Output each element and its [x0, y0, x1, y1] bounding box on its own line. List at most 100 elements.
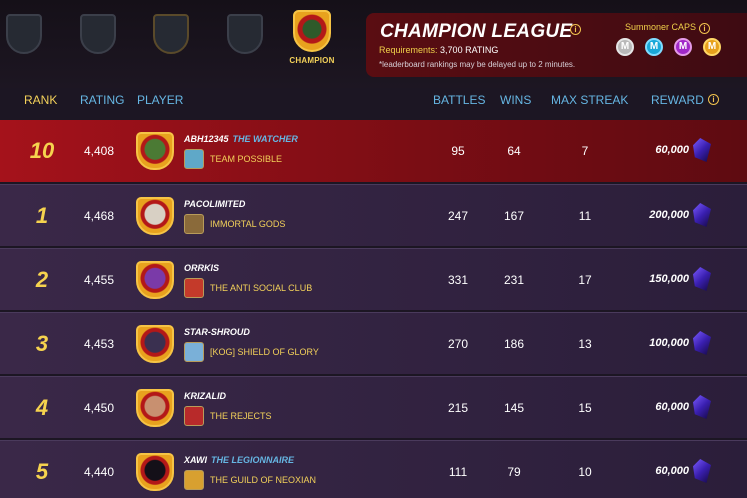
rating: 4,468: [84, 209, 115, 223]
player-name[interactable]: PACOLIMITED: [184, 199, 245, 209]
silver-league-icon: [80, 14, 116, 54]
table-row[interactable]: 1 4,468 PACOLIMITED IMMORTAL GODS 247 16…: [0, 184, 747, 246]
avatar[interactable]: [136, 453, 174, 491]
wins: 79: [507, 465, 521, 479]
guild-name[interactable]: [KOG] SHIELD OF GLORY: [210, 347, 319, 357]
reward: 60,000: [655, 144, 689, 156]
col-player: PLAYER: [137, 93, 184, 107]
table-row[interactable]: 4 4,450 KRIZALID THE REJECTS 215 145 15 …: [0, 376, 747, 438]
bronze-league-icon: [6, 14, 42, 54]
rating: 4,453: [84, 337, 115, 351]
cap-common-icon: M: [616, 38, 634, 56]
rank: 2: [35, 267, 49, 292]
guild-shield-icon: [184, 470, 204, 490]
rating: 4,455: [84, 273, 115, 287]
wins: 64: [507, 144, 521, 158]
league-tab-silver[interactable]: [78, 14, 118, 58]
player-name[interactable]: KRIZALID: [184, 391, 226, 401]
league-title: CHAMPION LEAGUE: [380, 21, 573, 42]
wins: 186: [503, 337, 525, 351]
guild-shield-icon: [184, 149, 204, 169]
rank: 3: [35, 331, 49, 356]
table-row[interactable]: 3 4,453 STAR-SHROUD [KOG] SHIELD OF GLOR…: [0, 312, 747, 374]
max-streak: 15: [578, 401, 592, 415]
col-battles: BATTLES: [433, 93, 486, 107]
league-header: CHAMPION CHAMPION LEAGUE i Requirements:…: [0, 0, 747, 88]
reward: 200,000: [649, 209, 689, 221]
rating: 4,450: [84, 401, 115, 415]
table-row-me[interactable]: 10 4,408 ABH12345 THE WATCHER TEAM POSSIB…: [0, 120, 747, 182]
diamond-league-icon: [227, 14, 263, 54]
player-name[interactable]: XAWI THE LEGIONNAIRE: [184, 455, 294, 465]
wins: 231: [503, 273, 525, 287]
max-streak: 7: [581, 144, 589, 158]
summoner-caps: M M M M: [616, 38, 721, 56]
col-max-streak: MAX STREAK: [551, 93, 629, 107]
delay-note: *leaderboard rankings may be delayed up …: [379, 60, 576, 69]
requirements-value: 3,700 RATING: [440, 45, 499, 55]
rating: 4,408: [84, 144, 115, 158]
cap-rare-icon: M: [645, 38, 663, 56]
guild-name[interactable]: THE REJECTS: [210, 411, 272, 421]
credits-crystal-icon: [693, 138, 711, 162]
guild-shield-icon: [184, 342, 204, 362]
league-panel: CHAMPION LEAGUE i Requirements: 3,700 RA…: [366, 13, 747, 77]
avatar[interactable]: [136, 197, 174, 235]
league-tab-diamond[interactable]: [225, 14, 265, 58]
credits-crystal-icon: [693, 203, 711, 227]
rank: 1: [35, 203, 49, 228]
credits-crystal-icon: [693, 267, 711, 291]
gold-league-icon: [153, 14, 189, 54]
max-streak: 10: [578, 465, 592, 479]
guild-shield-icon: [184, 214, 204, 234]
champion-league-icon: [293, 10, 331, 52]
champion-label: CHAMPION: [289, 56, 335, 65]
credits-crystal-icon: [693, 395, 711, 419]
credits-crystal-icon: [693, 331, 711, 355]
guild-name[interactable]: THE GUILD OF NEOXIAN: [210, 475, 316, 485]
info-icon[interactable]: i: [570, 24, 581, 35]
avatar[interactable]: [136, 325, 174, 363]
avatar[interactable]: [136, 261, 174, 299]
requirements-label: Requirements:: [379, 45, 438, 55]
rank: 5: [35, 459, 49, 484]
guild-shield-icon: [184, 278, 204, 298]
guild-name[interactable]: THE ANTI SOCIAL CLUB: [210, 283, 312, 293]
table-row[interactable]: 5 4,440 XAWI THE LEGIONNAIRE THE GUILD OF…: [0, 440, 747, 498]
caps-info-icon[interactable]: i: [699, 23, 710, 34]
summoner-caps-label: Summoner CAPS: [625, 22, 697, 32]
league-tab-champion[interactable]: CHAMPION: [282, 10, 342, 65]
battles: 270: [447, 337, 469, 351]
rating: 4,440: [84, 465, 115, 479]
max-streak: 11: [578, 209, 592, 223]
avatar[interactable]: [136, 389, 174, 427]
guild-name[interactable]: TEAM POSSIBLE: [210, 154, 282, 164]
max-streak: 17: [578, 273, 592, 287]
battles: 331: [447, 273, 469, 287]
battles: 111: [448, 465, 468, 479]
battles: 247: [447, 209, 469, 223]
guild-shield-icon: [184, 406, 204, 426]
league-tab-gold[interactable]: [151, 14, 191, 58]
player-name[interactable]: ORRKIS: [184, 263, 219, 273]
avatar[interactable]: [136, 132, 174, 170]
reward-info-icon[interactable]: i: [708, 94, 719, 105]
cap-legendary-icon: M: [703, 38, 721, 56]
credits-crystal-icon: [693, 459, 711, 483]
reward: 100,000: [649, 337, 689, 349]
max-streak: 13: [578, 337, 592, 351]
col-wins: WINS: [500, 93, 532, 107]
player-name[interactable]: STAR-SHROUD: [184, 327, 250, 337]
reward: 60,000: [655, 401, 689, 413]
rank: 10: [29, 138, 55, 163]
reward: 150,000: [649, 273, 689, 285]
col-rank: RANK: [24, 93, 58, 107]
player-name[interactable]: ABH12345 THE WATCHER: [184, 134, 298, 144]
cap-epic-icon: M: [674, 38, 692, 56]
reward: 60,000: [655, 465, 689, 477]
table-row[interactable]: 2 4,455 ORRKIS THE ANTI SOCIAL CLUB 331 …: [0, 248, 747, 310]
league-tab-bronze[interactable]: [4, 14, 44, 58]
wins: 145: [503, 401, 525, 415]
wins: 167: [503, 209, 525, 223]
guild-name[interactable]: IMMORTAL GODS: [210, 219, 285, 229]
